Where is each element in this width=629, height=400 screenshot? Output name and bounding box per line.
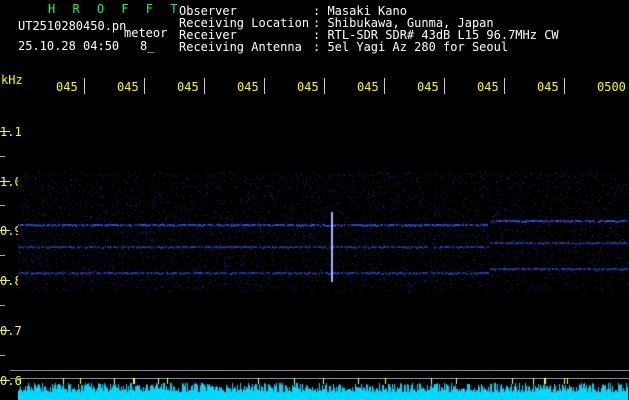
freq-tick bbox=[0, 230, 10, 231]
freq-minor-tick bbox=[0, 156, 5, 157]
info-value-antenna: : 5el Yagi Az 280 for Seoul bbox=[313, 40, 509, 54]
waterfall-spectrogram bbox=[18, 172, 628, 292]
time-tick bbox=[444, 78, 445, 94]
time-label: 045 bbox=[237, 80, 259, 94]
time-tick bbox=[264, 78, 265, 94]
time-label: 045 bbox=[117, 80, 139, 94]
info-label-antenna: Receiving Antenna bbox=[179, 40, 302, 54]
station-code: H R O F F T bbox=[48, 2, 183, 16]
time-tick bbox=[564, 78, 565, 94]
spectrum-strip bbox=[18, 378, 628, 400]
file-name: UT2510280450.pn bbox=[18, 19, 127, 33]
freq-tick bbox=[0, 380, 10, 381]
time-tick bbox=[384, 78, 385, 94]
freq-minor-tick bbox=[0, 305, 5, 306]
reference-line bbox=[10, 370, 629, 371]
freq-minor-tick bbox=[0, 205, 5, 206]
freq-unit-label: kHz bbox=[1, 73, 23, 87]
time-tick bbox=[504, 78, 505, 94]
time-label: 045 bbox=[477, 80, 499, 94]
freq-tick bbox=[0, 131, 10, 132]
time-label: 045 bbox=[417, 80, 439, 94]
time-label: 045 bbox=[297, 80, 319, 94]
time-label: 045 bbox=[357, 80, 379, 94]
freq-tick bbox=[0, 330, 10, 331]
time-label: 0500 bbox=[597, 80, 626, 94]
datetime: 25.10.28 04:50 bbox=[18, 39, 120, 53]
freq-label: 1.1 bbox=[0, 125, 22, 139]
freq-label: 0.7 bbox=[0, 324, 22, 338]
freq-minor-tick bbox=[0, 255, 5, 256]
time-tick bbox=[204, 78, 205, 94]
time-label: 045 bbox=[537, 80, 559, 94]
freq-tick bbox=[0, 181, 10, 182]
time-tick bbox=[144, 78, 145, 94]
hrofft-screen: H R O F F T UT2510280450.pn meteor 25.10… bbox=[0, 0, 629, 400]
time-label: 045 bbox=[177, 80, 199, 94]
time-tick bbox=[84, 78, 85, 94]
meteor-count: 8_ bbox=[140, 39, 155, 53]
time-tick bbox=[324, 78, 325, 94]
meteor-label: meteor bbox=[124, 26, 168, 40]
time-label: 045 bbox=[56, 80, 78, 94]
freq-minor-tick bbox=[0, 355, 5, 356]
freq-tick bbox=[0, 280, 10, 281]
